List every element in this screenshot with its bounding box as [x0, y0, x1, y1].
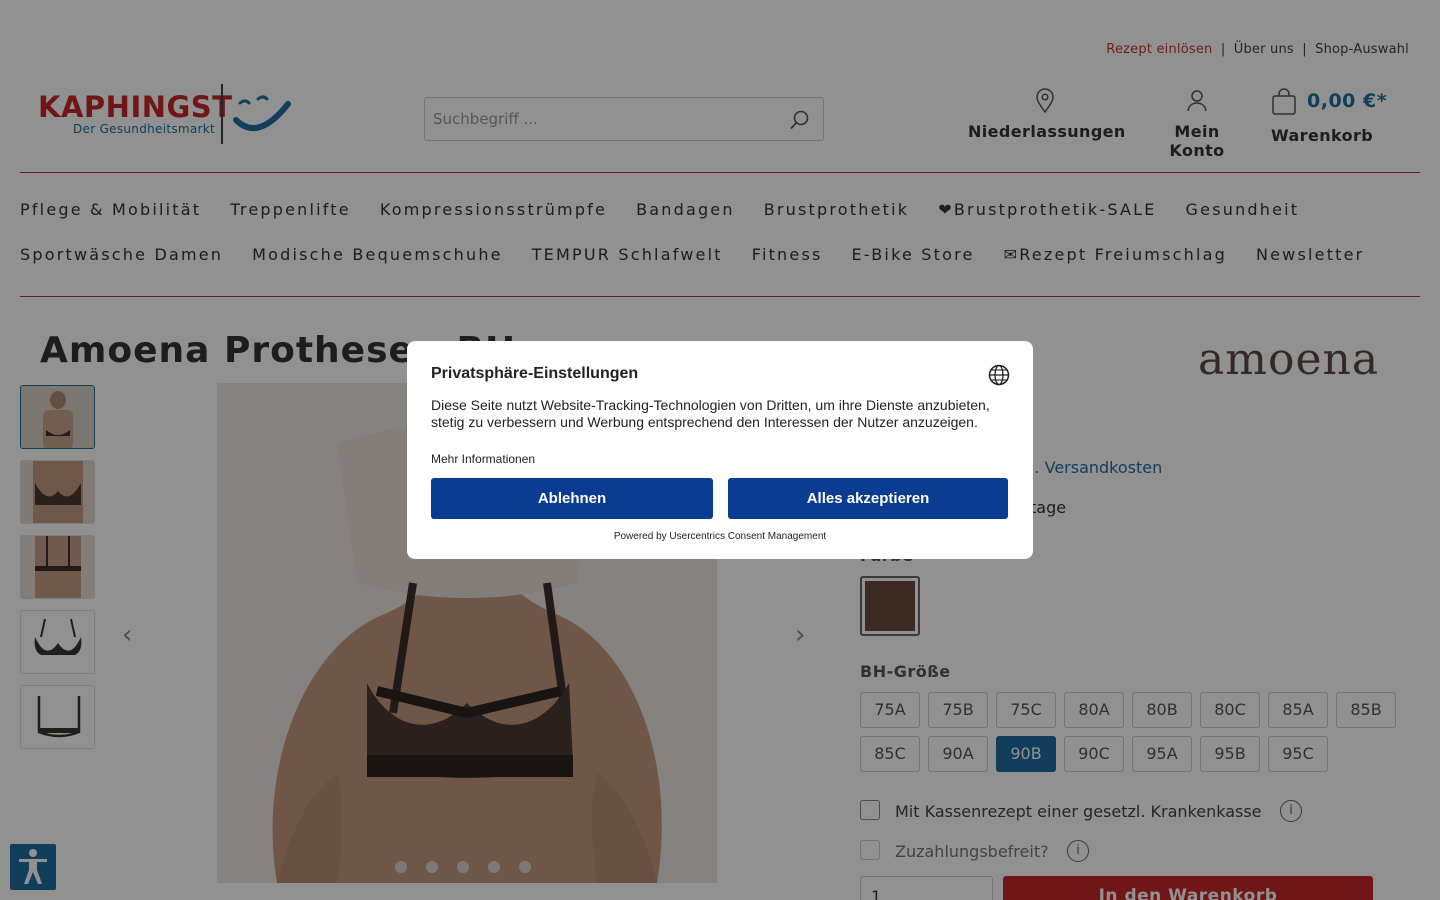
more-info-link[interactable]: Mehr Informationen [431, 452, 535, 466]
consent-dialog: Privatsphäre-Einstellungen Diese Seite n… [407, 341, 1033, 559]
globe-icon[interactable] [988, 364, 1010, 386]
powered-by[interactable]: Powered by Usercentrics Consent Manageme… [407, 531, 1033, 542]
consent-title: Privatsphäre-Einstellungen [431, 365, 639, 382]
accept-all-button[interactable]: Alles akzeptieren [728, 478, 1008, 519]
page: Rezept einlösen | Über uns | Shop-Auswah… [0, 0, 1440, 900]
decline-button[interactable]: Ablehnen [431, 478, 713, 519]
consent-text: Diese Seite nutzt Website-Tracking-Techn… [431, 397, 990, 430]
